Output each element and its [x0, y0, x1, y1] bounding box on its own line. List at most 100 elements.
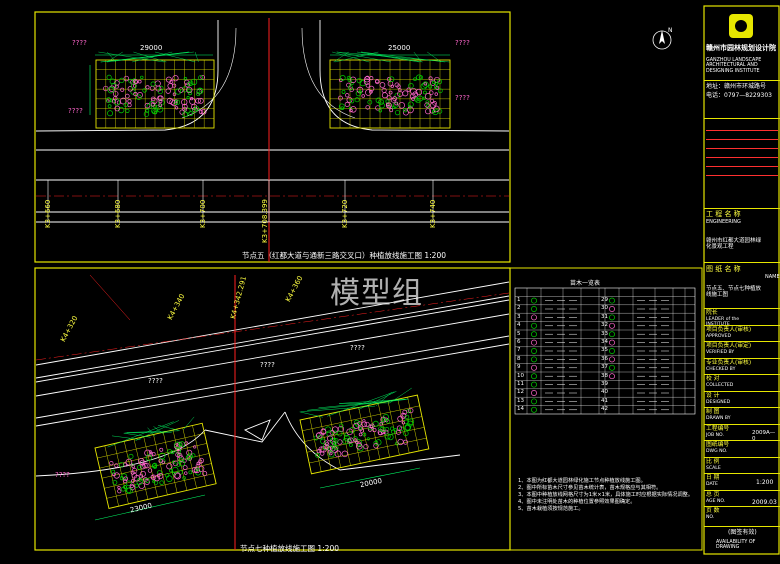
top-dim-left: 29000	[140, 44, 163, 52]
bottom-station-line	[89, 274, 131, 321]
bottom-unknown-label-1: ????	[148, 377, 163, 385]
title-block-divider	[704, 407, 780, 408]
top-station-2: K3+680	[114, 199, 122, 228]
top-unknown-label-3: ????	[455, 39, 470, 47]
title-block-divider	[704, 423, 780, 425]
plant-table-left-number: 14	[517, 406, 524, 413]
note-2: 2、图中所标苗木尺寸参见苗木统计表，苗木规格应与其相符。	[518, 485, 662, 492]
plant-table-left-number: 10	[517, 372, 524, 379]
role-label-cn: 图纸编号	[706, 442, 730, 448]
plant-table-left-number: 6	[517, 338, 521, 345]
role-label-cn: 总 页	[706, 491, 720, 498]
title-block-divider	[704, 341, 780, 342]
top-station-6: K3+740	[429, 199, 437, 228]
validity-cn: (图签有效)	[728, 529, 757, 536]
role-label-cn: 制 图	[706, 409, 720, 415]
plant-table-left-number: 4	[517, 322, 521, 329]
role-label-cn: 校 对	[706, 376, 720, 382]
role-label-en: DWG NO.	[706, 449, 728, 454]
top-drawing-title: 节点五（红都大道与通新三路交叉口）种植放线施工图 1:200	[242, 251, 446, 260]
plant-table-right-number: 35	[601, 347, 608, 354]
plant-table-right-number: 29	[601, 296, 608, 303]
title-block-divider	[704, 390, 780, 392]
plant-table-right-number: 38	[601, 372, 608, 379]
role-label-en: DESIGNED	[706, 399, 731, 405]
institute-disclaimer	[706, 124, 778, 204]
note-4: 4、图中未注明处苗木的种植位置参照效果图确定。	[518, 499, 636, 506]
bottom-drawing-frame	[34, 267, 511, 551]
note-5: 5、苗木栽植须按规范施工。	[518, 506, 584, 513]
role-label-en: NO.	[706, 515, 715, 520]
planting-grid-bottom-right	[299, 387, 430, 475]
plant-table-right-number: 41	[601, 397, 608, 404]
plant-table-left-number: 5	[517, 330, 521, 337]
notes-block: 1、本图为红都大道园林绿化施工节点种植放线施工图。 2、图中所标苗木尺寸参见苗木…	[518, 478, 700, 513]
role-label-cn: 设 计	[706, 392, 720, 399]
plant-table-right-number: 42	[601, 406, 608, 413]
role-label-cn: 页 数	[706, 508, 720, 514]
planting-grid-top-right	[329, 51, 451, 129]
role-label-cn: 专业负责人(审核)	[706, 359, 752, 366]
top-station-ticks	[47, 180, 434, 222]
role-label-cn: 日 期	[706, 475, 720, 481]
drawing-name: 节点五、节点七种植放线施工图	[706, 286, 762, 299]
job-number: 2009A—0	[752, 430, 776, 443]
north-arrow-icon: N	[652, 27, 673, 50]
plant-table-left-number: 13	[517, 397, 524, 404]
plant-table-left-number: 11	[517, 380, 524, 387]
project-name: 赣州市红都大道园林绿化景观工程	[706, 238, 762, 251]
top-dimension-lines	[89, 54, 450, 115]
bottom-dimension-lines	[94, 467, 421, 521]
planting-grid-top-left	[95, 51, 215, 129]
title-block-divider	[704, 324, 780, 326]
plant-table-left-number: 3	[517, 313, 521, 320]
role-label-en: SCALE	[706, 465, 721, 471]
top-unknown-label-2: ????	[68, 107, 83, 115]
title-block-divider	[704, 456, 780, 458]
top-roads	[35, 20, 510, 223]
bottom-unknown-label-3: ????	[350, 344, 365, 352]
top-station-4: K3+708.399	[261, 199, 269, 243]
plant-table-left-number: 12	[517, 389, 524, 396]
role-label-cn: 工程编号	[706, 425, 730, 432]
plant-table-left-number: 9	[517, 364, 521, 371]
title-block-divider	[704, 308, 780, 309]
plant-table-left-number: 1	[517, 296, 521, 303]
title-block-divider	[704, 374, 780, 375]
role-label-en: JOB NO.	[706, 432, 724, 438]
svg-text:N: N	[668, 27, 673, 34]
role-label-en: DRAWN BY	[706, 416, 731, 421]
role-label-en: COLLECTED	[706, 383, 734, 388]
drawing-name-label: 图 纸 名 称	[706, 265, 741, 273]
plant-table-left-number: 8	[517, 355, 521, 362]
role-label-en: CHECKED BY	[706, 366, 736, 372]
project-name-en: ENGINEERING	[706, 219, 741, 225]
plant-table-right-number: 36	[601, 355, 608, 362]
plant-table-right-number: 32	[601, 322, 608, 329]
role-label-cn: 院长	[706, 310, 718, 316]
top-unknown-label-1: ????	[72, 39, 87, 47]
note-1: 1、本图为红都大道园林绿化施工节点种植放线施工图。	[518, 478, 646, 484]
plant-table-right-number: 34	[601, 338, 608, 345]
top-station-3: K3+700	[199, 199, 207, 228]
drawing-scale: 1:200	[756, 479, 774, 486]
top-station-1: K3+660	[44, 199, 52, 228]
institute-phone: 电话：0797—8229303	[706, 92, 772, 99]
role-label-en: DATE	[706, 482, 718, 487]
top-dim-right: 25000	[388, 44, 411, 52]
plant-table-title: 苗木一览表	[570, 280, 601, 287]
role-label-en: APPROVED	[706, 333, 731, 339]
institute-name-en: GANZHOU LANDSCAPE ARCHITECTURAL AND DESI…	[706, 58, 762, 74]
top-drawing-frame	[34, 11, 511, 263]
plant-table-left-number: 7	[517, 347, 521, 354]
role-label-en: AGE NO.	[706, 498, 726, 504]
plant-table-right-number: 40	[601, 389, 608, 396]
institute-logo-icon	[729, 14, 753, 38]
title-block-divider	[704, 489, 780, 491]
title-block-divider	[704, 473, 780, 474]
plant-table-right-number: 33	[601, 330, 608, 337]
plant-table-left-number: 2	[517, 305, 521, 312]
bottom-unknown-label-2: ????	[260, 361, 275, 369]
top-station-5: K3+720	[341, 199, 349, 228]
validity-en: AVAILABILITY OF DRAWING	[716, 540, 756, 551]
